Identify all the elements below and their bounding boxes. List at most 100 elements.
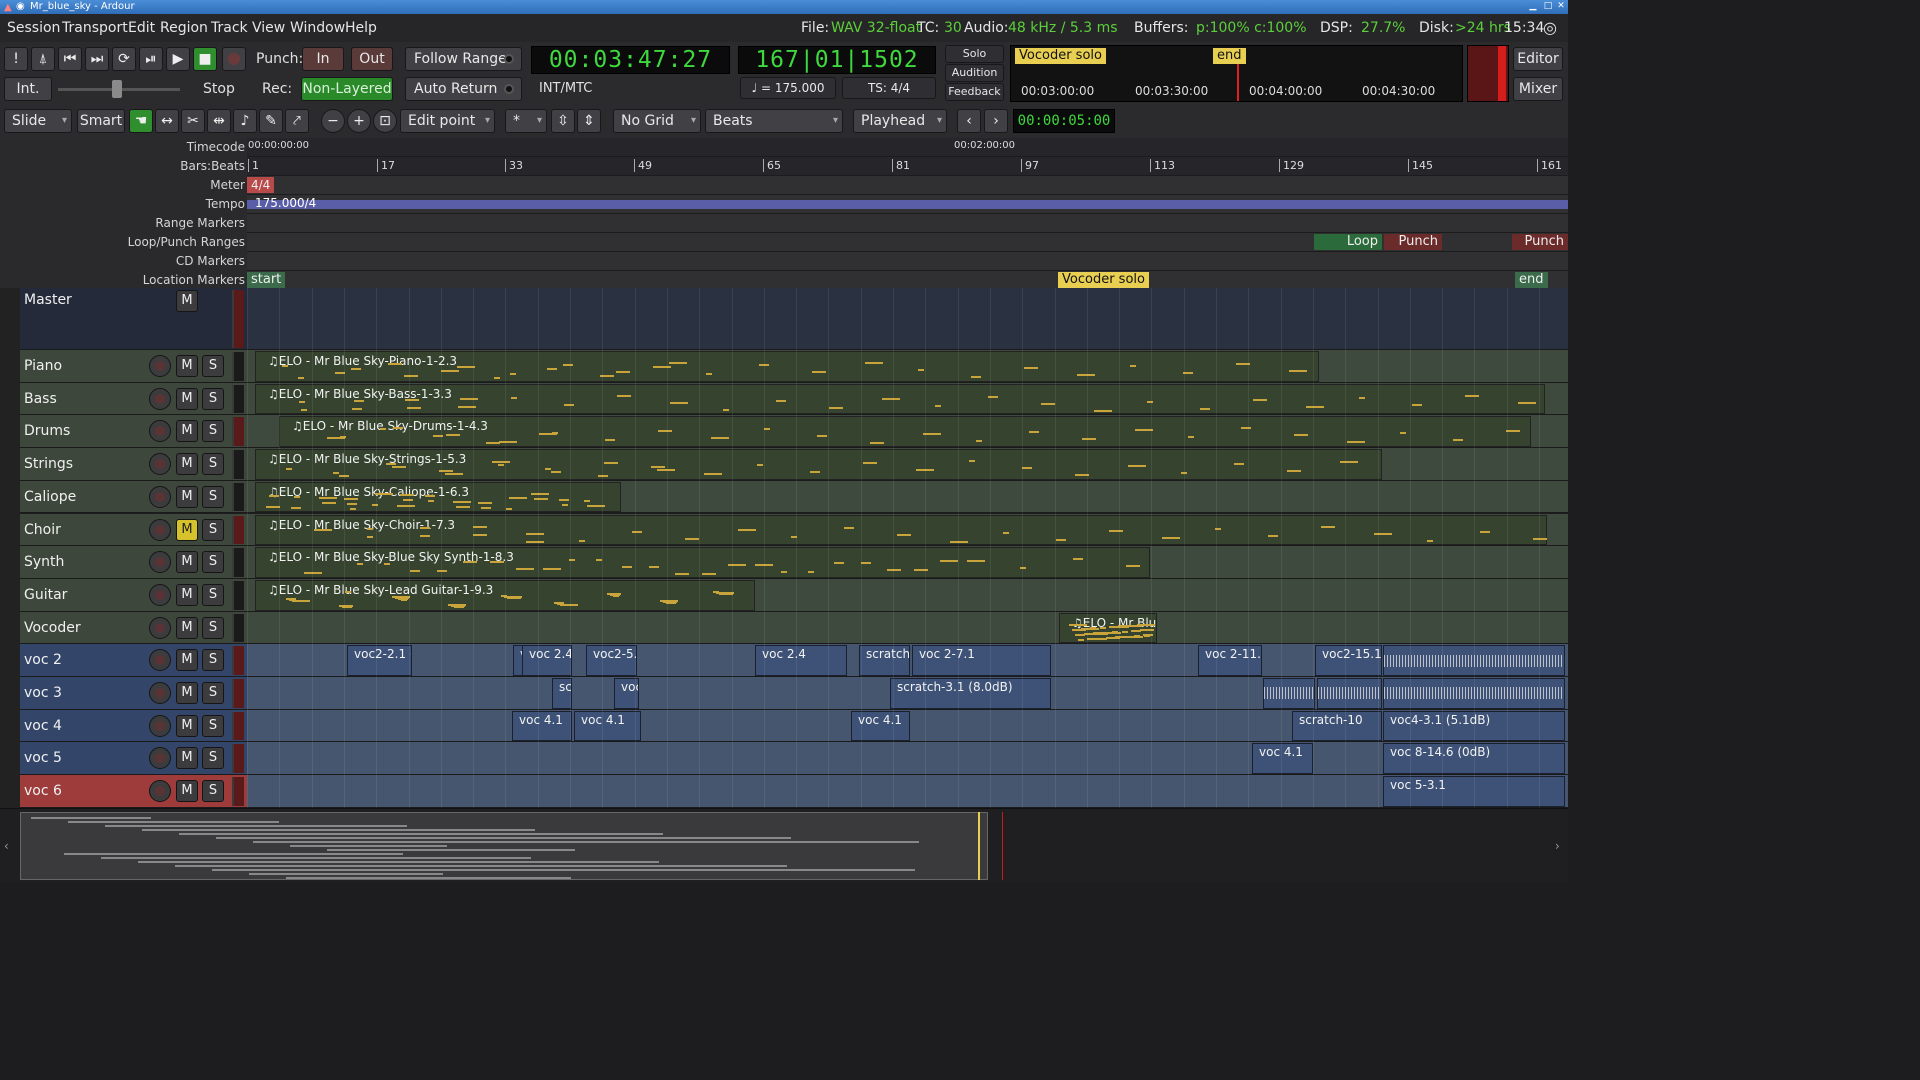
audio-region[interactable]: voc 4.1 <box>512 710 572 742</box>
mute-button[interactable]: M <box>176 747 198 770</box>
record-arm-button[interactable] <box>149 649 171 672</box>
track-lane-drums[interactable]: ♫ELO - Mr Blue Sky-Drums-1-4.3 <box>247 415 1568 449</box>
menu-edit[interactable]: Edit <box>128 20 155 36</box>
visible-tracks-dropdown[interactable]: * <box>505 109 547 133</box>
minimize-icon[interactable]: ▁ <box>1528 1 1538 12</box>
audio-region[interactable]: voc2-5.1 (2.7dB) <box>586 645 637 676</box>
editor-summary[interactable]: ‹ › <box>0 808 1568 882</box>
mute-button[interactable]: M <box>176 616 198 639</box>
tempo-marker[interactable]: 175.000/4 <box>255 196 316 210</box>
audio-region[interactable]: voc2-15.1 (8.0dB) <box>1315 645 1382 676</box>
record-arm-button[interactable] <box>149 453 171 476</box>
summary-scroll-left-icon[interactable]: ‹ <box>4 839 9 853</box>
mute-button[interactable]: M <box>176 485 198 508</box>
window-menu-icon[interactable]: ◉ <box>16 0 25 14</box>
track-header-vocoder[interactable]: Vocoder M S <box>20 611 247 645</box>
track-header-strings[interactable]: Strings M S <box>20 448 247 481</box>
track-header-voc-3[interactable]: voc 3 MS <box>20 677 247 710</box>
track-name[interactable]: Master <box>24 292 72 308</box>
smart-mode-button[interactable]: Smart <box>77 109 125 133</box>
mute-button[interactable]: M <box>176 714 198 737</box>
grid-type-dropdown[interactable]: No Grid <box>613 109 701 133</box>
audio-region[interactable]: voc 4.1 <box>851 710 910 742</box>
mute-button[interactable]: M <box>176 453 198 476</box>
cd-markers-ruler[interactable] <box>247 252 1568 271</box>
audio-region[interactable]: voc2-2.1 (2.8dB) <box>347 645 412 676</box>
solo-button[interactable]: S <box>202 518 224 541</box>
timecode-ruler[interactable]: 00:00:00:00 00:02:00:00 <box>247 138 1568 157</box>
audio-region[interactable]: voc 8-14.6 (0dB) <box>1383 743 1565 775</box>
midi-region[interactable]: ♫ELO - Mr Blue Sky-Strings-1-5.3 <box>255 449 1382 480</box>
tempo-display[interactable]: ♩ = 175.000 <box>740 77 836 99</box>
location-vocoder-marker[interactable]: Vocoder solo <box>1058 272 1149 288</box>
track-header-bass[interactable]: Bass M S <box>20 382 247 416</box>
track-name[interactable]: voc 6 <box>24 783 62 799</box>
mute-button[interactable]: M <box>176 420 198 443</box>
track-name[interactable]: Guitar <box>24 587 67 603</box>
zoom-focus-dropdown[interactable]: Playhead <box>853 109 947 133</box>
solo-button[interactable]: S <box>202 714 224 737</box>
primary-clock[interactable]: 00:03:47:27 <box>531 46 730 74</box>
audio-region[interactable]: voc 2.4 <box>522 645 572 676</box>
track-name[interactable]: Bass <box>24 391 57 407</box>
track-lane-vocoder[interactable]: ♫ELO - Mr Blue <box>247 611 1568 645</box>
edit-mode-dropdown[interactable]: Slide <box>4 109 72 133</box>
mini-marker-vocoder[interactable]: Vocoder solo <box>1015 48 1106 64</box>
record-arm-button[interactable] <box>149 747 171 770</box>
meter-ruler[interactable]: 4/4 <box>247 176 1568 195</box>
solo-button[interactable]: S <box>202 355 224 377</box>
audio-region[interactable]: voc 2-7.1 <box>912 645 1051 676</box>
track-lane-synth[interactable]: ♫ELO - Mr Blue Sky-Blue Sky Synth-1-8.3 <box>247 546 1568 579</box>
track-header-piano[interactable]: Piano M S <box>20 350 247 383</box>
summary-viewport[interactable] <box>20 812 988 880</box>
nudge-clock[interactable]: 00:00:05:00 <box>1013 109 1115 133</box>
solo-button[interactable]: S <box>202 649 224 672</box>
mute-button[interactable]: M <box>176 682 198 704</box>
shrink-tracks-icon[interactable]: ⇳ <box>551 109 575 133</box>
audition-indicator[interactable]: Audition <box>945 64 1004 82</box>
cut-tool-icon[interactable]: ✂ <box>181 109 205 133</box>
menu-window[interactable]: Window <box>290 20 345 36</box>
track-lane-guitar[interactable]: ♫ELO - Mr Blue Sky-Lead Guitar-1-9.3 <box>247 578 1568 612</box>
punch-in-button[interactable]: In <box>302 47 344 71</box>
punch-out-button[interactable]: Out <box>351 47 393 71</box>
track-name[interactable]: voc 5 <box>24 750 62 766</box>
mute-button[interactable]: M <box>176 551 198 574</box>
record-arm-button[interactable] <box>149 780 171 803</box>
audition-tool-icon[interactable]: ♪ <box>233 109 257 133</box>
meter-marker[interactable]: 4/4 <box>247 177 275 193</box>
range-markers-ruler[interactable] <box>247 214 1568 233</box>
track-name[interactable]: Synth <box>24 554 64 570</box>
track-lane-piano[interactable]: ♫ELO - Mr Blue Sky-Piano-1-2.3 <box>247 350 1568 383</box>
audio-region[interactable]: scratch-10 <box>1292 710 1382 742</box>
track-name[interactable]: Caliope <box>24 489 76 505</box>
follow-range-button[interactable]: Follow Range <box>405 47 522 71</box>
track-name[interactable]: Piano <box>24 358 62 374</box>
zoom-to-session-icon[interactable]: ⊡ <box>373 109 397 133</box>
grid-unit-dropdown[interactable]: Beats <box>705 109 843 133</box>
mixer-button[interactable]: Mixer <box>1513 77 1563 101</box>
range-tool-icon[interactable]: ↔ <box>155 109 179 133</box>
audio-region[interactable]: voc4-3.1 (5.1dB) <box>1383 710 1565 742</box>
solo-button[interactable]: S <box>202 583 224 606</box>
audio-region[interactable]: scratch-8.1 (2.8dB) <box>859 645 910 676</box>
draw-tool-icon[interactable]: ✎ <box>259 109 283 133</box>
feedback-indicator[interactable]: Feedback <box>945 83 1004 101</box>
audio-region[interactable]: voc 2.4 <box>755 645 847 676</box>
track-lane-choir[interactable]: ♫ELO - Mr Blue Sky-Choir-1-7.3 <box>247 513 1568 547</box>
track-lane-bass[interactable]: ♫ELO - Mr Blue Sky-Bass-1-3.3 <box>247 382 1568 416</box>
metronome-icon[interactable]: ⍋ <box>31 47 55 71</box>
audio-region[interactable] <box>1317 678 1382 709</box>
track-group-tabs[interactable] <box>0 288 20 808</box>
midi-region[interactable]: ♫ELO - Mr Blue Sky-Bass-1-3.3 <box>255 383 1545 415</box>
track-lane-strings[interactable]: ♫ELO - Mr Blue Sky-Strings-1-5.3 <box>247 448 1568 481</box>
punch-range-end[interactable]: Punch <box>1512 234 1568 250</box>
goto-start-icon[interactable]: ⏮ <box>58 47 82 71</box>
track-header-guitar[interactable]: Guitar M S <box>20 578 247 612</box>
mini-marker-end[interactable]: end <box>1213 48 1246 64</box>
stretch-tool-icon[interactable]: ⇹ <box>207 109 231 133</box>
solo-button[interactable]: S <box>202 780 224 803</box>
menu-transport[interactable]: Transport <box>62 20 128 36</box>
time-signature-display[interactable]: TS: 4/4 <box>842 77 936 99</box>
record-arm-button[interactable] <box>149 682 171 704</box>
